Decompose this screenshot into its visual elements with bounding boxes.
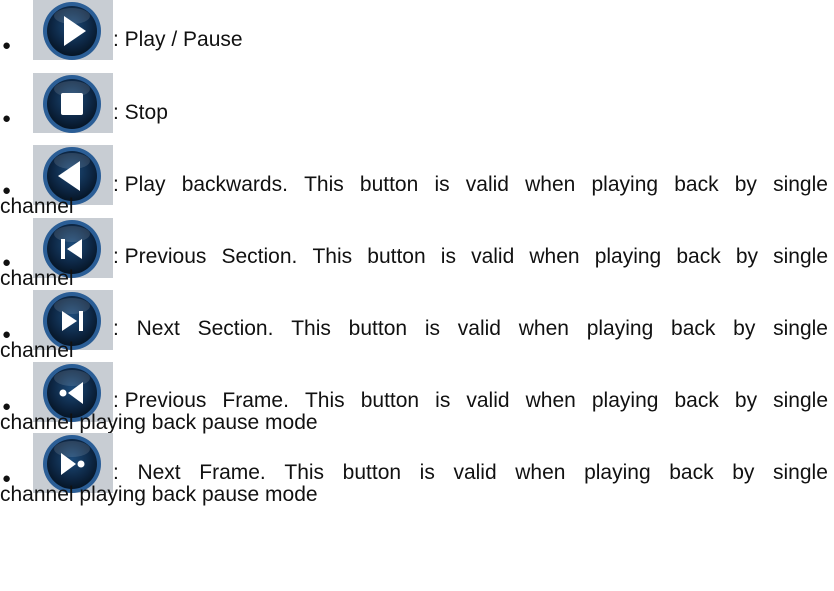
description-word: is <box>424 317 440 340</box>
item-description: : Stop <box>113 101 828 125</box>
description-word: playing <box>584 461 651 484</box>
description-word: is <box>434 173 450 196</box>
description-word: is <box>440 245 456 268</box>
description-word: single <box>773 389 828 412</box>
description-word: playing <box>591 389 659 412</box>
description-word: by <box>733 317 756 340</box>
description-word: single <box>773 461 828 484</box>
description-word: single <box>773 317 828 340</box>
description-word: back <box>674 389 719 412</box>
description-word: button <box>359 173 419 196</box>
description-word: : Play / Pause <box>113 28 243 51</box>
description-word: playing <box>586 317 654 340</box>
description-word: Next <box>136 317 180 340</box>
description-word: button <box>360 389 420 412</box>
description-word: back <box>676 245 721 268</box>
description-word: when <box>518 317 569 340</box>
item-description: : Next Frame. This button is valid when playing b… <box>113 461 828 485</box>
description-word: This <box>284 461 325 484</box>
description-word: when <box>525 173 576 196</box>
description-word: valid <box>466 389 510 412</box>
play-pause-button <box>33 0 113 60</box>
description-word: is <box>435 389 451 412</box>
description-word: when <box>515 461 566 484</box>
item-description-continued: channel <box>0 267 74 290</box>
description-word: back <box>674 173 719 196</box>
description-word: back <box>671 317 716 340</box>
description-word: valid <box>465 173 509 196</box>
item-description: : Play backwards. This button is valid when pla… <box>113 173 828 197</box>
description-word: when <box>529 245 580 268</box>
description-word: is <box>419 461 435 484</box>
description-word: : Previous <box>113 389 207 412</box>
item-description: : Previous Section. This button is valid when p… <box>113 245 828 269</box>
item-description-continued: channel playing back pause mode <box>0 411 318 434</box>
item-description-continued: channel <box>0 195 74 218</box>
description-word: by <box>734 389 758 412</box>
description-word: Frame. <box>199 461 266 484</box>
description-word: playing <box>594 245 662 268</box>
description-word: : Previous <box>113 245 207 268</box>
stop-button <box>33 73 113 133</box>
description-word: Next <box>137 461 181 484</box>
description-word: Frame. <box>222 389 289 412</box>
description-word: valid <box>457 317 501 340</box>
item-description: : Previous Frame. This button is valid when pla… <box>113 389 828 413</box>
description-word: by <box>735 245 759 268</box>
description-word: button <box>367 245 426 268</box>
description-word: This <box>304 389 345 412</box>
description-word: Section. <box>221 245 298 268</box>
description-word: single <box>773 245 828 268</box>
description-word: This <box>312 245 353 268</box>
description-word: button <box>348 317 408 340</box>
item-description: : Next Section. This button is valid when playin… <box>113 317 828 341</box>
description-word: playing <box>591 173 659 196</box>
description-word: : <box>113 461 119 484</box>
description-word: by <box>734 173 757 196</box>
description-word: : Play <box>113 173 166 196</box>
description-word: button <box>342 461 402 484</box>
description-word: valid <box>453 461 497 484</box>
description-word: This <box>304 173 344 196</box>
item-description: : Play / Pause <box>113 28 828 52</box>
description-word: back <box>669 461 714 484</box>
description-word: : Stop <box>113 101 168 124</box>
description-word: Section. <box>197 317 274 340</box>
play-pause-icon <box>43 2 101 60</box>
description-word: single <box>773 173 828 196</box>
item-description-continued: channel playing back pause mode <box>0 483 318 506</box>
description-word: backwards. <box>181 173 288 196</box>
bullet-icon: ● <box>2 37 12 54</box>
item-description-continued: channel <box>0 339 74 362</box>
description-word: valid <box>471 245 515 268</box>
description-word: This <box>291 317 331 340</box>
description-word: when <box>525 389 576 412</box>
stop-icon <box>43 75 101 133</box>
description-word: by <box>732 461 755 484</box>
bullet-icon: ● <box>2 110 12 127</box>
description-word: : <box>113 317 119 340</box>
